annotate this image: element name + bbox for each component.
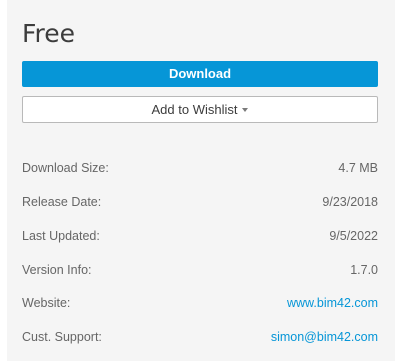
detail-row-download-size: Download Size: 4.7 MB bbox=[22, 158, 378, 178]
download-button[interactable]: Download bbox=[22, 61, 378, 87]
last-updated-value: 9/5/2022 bbox=[329, 229, 378, 243]
download-size-value: 4.7 MB bbox=[338, 161, 378, 175]
last-updated-label: Last Updated: bbox=[22, 229, 100, 243]
wishlist-label: Add to Wishlist bbox=[151, 102, 238, 117]
release-date-value: 9/23/2018 bbox=[322, 195, 378, 209]
detail-row-version-info: Version Info: 1.7.0 bbox=[22, 260, 378, 280]
cust-support-label: Cust. Support: bbox=[22, 330, 102, 344]
download-size-label: Download Size: bbox=[22, 161, 109, 175]
version-info-value: 1.7.0 bbox=[350, 263, 378, 277]
detail-row-cust-support: Cust. Support: simon@bim42.com bbox=[22, 327, 378, 347]
release-date-label: Release Date: bbox=[22, 195, 102, 209]
detail-row-website: Website: www.bim42.com bbox=[22, 293, 378, 313]
website-label: Website: bbox=[22, 296, 71, 310]
caret-down-icon bbox=[242, 107, 249, 112]
detail-row-release-date: Release Date: 9/23/2018 bbox=[22, 192, 378, 212]
app-purchase-panel: Free Download Add to Wishlist Download S… bbox=[7, 0, 395, 361]
add-to-wishlist-button[interactable]: Add to Wishlist bbox=[22, 96, 378, 123]
website-link[interactable]: www.bim42.com bbox=[287, 293, 378, 313]
cust-support-link[interactable]: simon@bim42.com bbox=[271, 327, 378, 347]
detail-row-last-updated: Last Updated: 9/5/2022 bbox=[22, 226, 378, 246]
version-info-label: Version Info: bbox=[22, 263, 92, 277]
price-label: Free bbox=[22, 19, 76, 48]
